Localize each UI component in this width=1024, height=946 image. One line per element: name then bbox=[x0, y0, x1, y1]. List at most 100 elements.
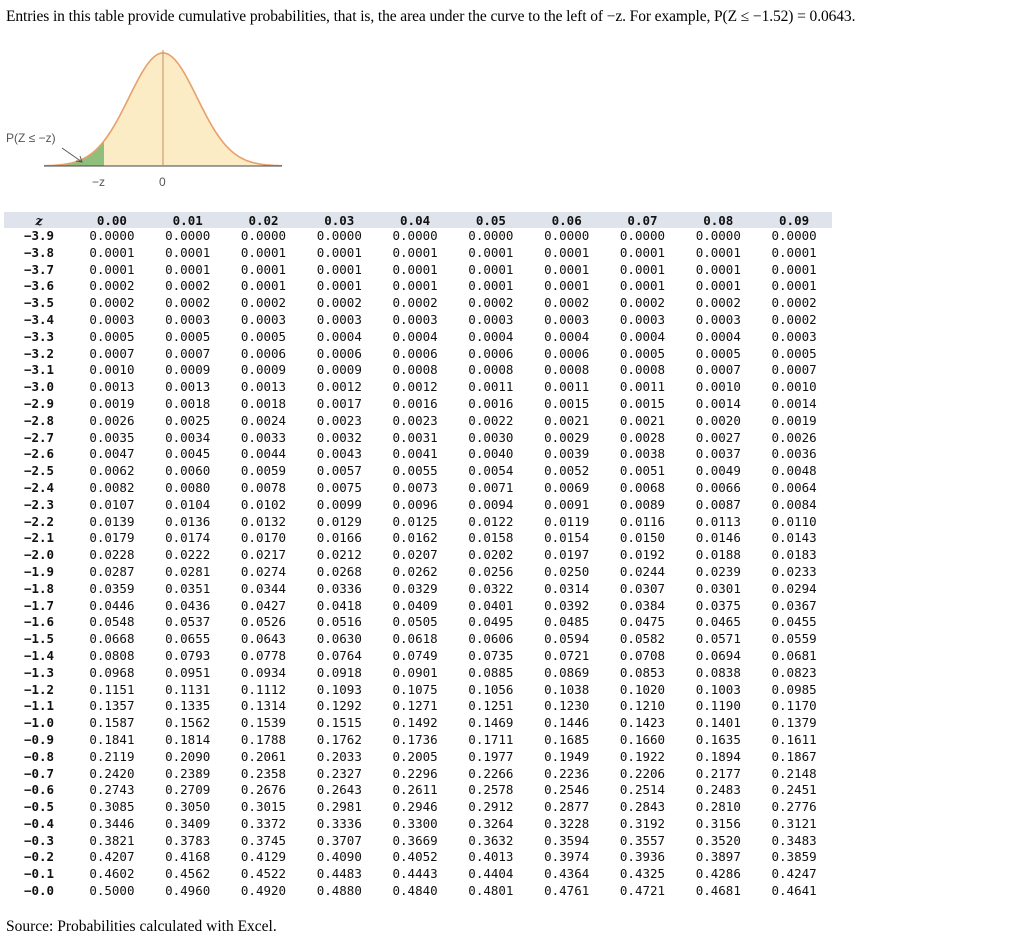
probability-cell: 0.0329 bbox=[392, 580, 438, 596]
probability-cell: 0.1587 bbox=[89, 715, 135, 731]
probability-cell: 0.0005 bbox=[240, 328, 287, 344]
probability-cell: 0.0150 bbox=[619, 530, 666, 546]
probability-cell: 0.0012 bbox=[316, 379, 362, 395]
probability-cell: 0.0014 bbox=[771, 395, 817, 411]
probability-cell: 0.0002 bbox=[89, 278, 135, 294]
table-row: −0.1 0.4602 0.4562 0.4522 0.4483 0.4443 0.4404… bbox=[4, 866, 832, 883]
probability-cell: 0.4364 bbox=[544, 866, 590, 882]
probability-cell: 0.3520 bbox=[695, 832, 741, 848]
table-row: −0.9 0.1841 0.1814 0.1788 0.1762 0.1736 0.1711… bbox=[4, 732, 832, 749]
probability-cell: 0.0078 bbox=[240, 479, 287, 495]
probability-cell: 0.0170 bbox=[240, 530, 287, 546]
probability-cell: 0.0008 bbox=[392, 362, 438, 378]
probability-cell: 0.0475 bbox=[619, 614, 666, 630]
probability-cell: 0.0073 bbox=[392, 479, 438, 495]
probability-cell: 0.3015 bbox=[240, 799, 287, 815]
probability-cell: 0.3745 bbox=[240, 832, 287, 848]
probability-cell: 0.3974 bbox=[544, 849, 590, 865]
probability-cell: 0.3050 bbox=[165, 799, 211, 815]
probability-cell: 0.0025 bbox=[165, 412, 211, 428]
probability-cell: 0.1841 bbox=[89, 731, 135, 747]
z-value-cell: −3.8 bbox=[23, 244, 55, 260]
probability-cell: 0.0015 bbox=[619, 395, 666, 411]
probability-cell: 0.0359 bbox=[89, 580, 135, 596]
probability-cell: 0.2358 bbox=[240, 765, 287, 781]
z-value-cell: −3.7 bbox=[23, 261, 55, 277]
probability-cell: 0.0003 bbox=[544, 311, 590, 327]
probability-cell: 0.1788 bbox=[240, 731, 287, 747]
probability-cell: 0.1314 bbox=[240, 698, 287, 714]
probability-cell: 0.0119 bbox=[544, 513, 590, 529]
z-value-cell: −3.4 bbox=[23, 311, 55, 327]
probability-cell: 0.0002 bbox=[89, 295, 135, 311]
z-value-cell: −0.3 bbox=[23, 832, 55, 848]
probability-cell: 0.0139 bbox=[89, 513, 135, 529]
probability-cell: 0.0001 bbox=[771, 244, 817, 260]
probability-cell: 0.0582 bbox=[619, 631, 666, 647]
z-value-cell: −2.9 bbox=[23, 395, 55, 411]
probability-cell: 0.3557 bbox=[619, 832, 666, 848]
probability-cell: 0.0004 bbox=[316, 328, 362, 344]
probability-cell: 0.0008 bbox=[619, 362, 666, 378]
table-row: −2.2 0.0139 0.0136 0.0132 0.0129 0.0125 0.0122… bbox=[4, 514, 832, 531]
probability-cell: 0.2266 bbox=[468, 765, 514, 781]
probability-cell: 0.0001 bbox=[468, 261, 514, 277]
table-row: −0.4 0.3446 0.3409 0.3372 0.3336 0.3300 0.3264… bbox=[4, 816, 832, 833]
probability-cell: 0.3707 bbox=[316, 832, 362, 848]
probability-cell: 0.0001 bbox=[619, 261, 666, 277]
probability-cell: 0.0202 bbox=[468, 547, 514, 563]
table-row: −1.7 0.0446 0.0436 0.0427 0.0418 0.0409 0.0401… bbox=[4, 598, 832, 615]
probability-cell: 0.0006 bbox=[544, 345, 590, 361]
probability-cell: 0.0027 bbox=[695, 429, 741, 445]
probability-cell: 0.0869 bbox=[544, 664, 590, 680]
probability-cell: 0.0764 bbox=[316, 647, 362, 663]
probability-cell: 0.0016 bbox=[468, 395, 514, 411]
probability-cell: 0.0793 bbox=[165, 647, 211, 663]
probability-cell: 0.4641 bbox=[771, 883, 817, 899]
probability-cell: 0.0143 bbox=[771, 530, 817, 546]
probability-cell: 0.4801 bbox=[468, 883, 514, 899]
probability-cell: 0.0000 bbox=[695, 228, 741, 243]
table-row: −3.7 0.0001 0.0001 0.0001 0.0001 0.0001 0.0001… bbox=[4, 262, 832, 279]
probability-cell: 0.0000 bbox=[771, 228, 817, 243]
probability-cell: 0.0028 bbox=[619, 429, 666, 445]
probability-cell: 0.1611 bbox=[771, 731, 817, 747]
probability-cell: 0.0465 bbox=[695, 614, 741, 630]
probability-cell: 0.0655 bbox=[165, 631, 211, 647]
probability-cell: 0.0017 bbox=[316, 395, 362, 411]
probability-cell: 0.1038 bbox=[544, 681, 590, 697]
probability-cell: 0.0037 bbox=[695, 446, 741, 462]
probability-cell: 0.0010 bbox=[695, 379, 741, 395]
probability-cell: 0.0129 bbox=[316, 513, 362, 529]
probability-cell: 0.2119 bbox=[89, 748, 135, 764]
probability-cell: 0.0901 bbox=[392, 664, 438, 680]
probability-cell: 0.0281 bbox=[165, 563, 211, 579]
probability-cell: 0.0322 bbox=[468, 580, 514, 596]
probability-cell: 0.0250 bbox=[544, 563, 590, 579]
probability-cell: 0.1867 bbox=[771, 748, 817, 764]
probability-cell: 0.0051 bbox=[619, 463, 666, 479]
probability-cell: 0.1401 bbox=[695, 715, 741, 731]
probability-cell: 0.0808 bbox=[89, 647, 135, 663]
probability-cell: 0.1020 bbox=[619, 681, 666, 697]
probability-cell: 0.0197 bbox=[544, 547, 590, 563]
probability-cell: 0.0107 bbox=[89, 496, 135, 512]
probability-cell: 0.1210 bbox=[619, 698, 666, 714]
probability-cell: 0.1170 bbox=[771, 698, 817, 714]
probability-cell: 0.0207 bbox=[392, 547, 438, 563]
table-row: −0.3 0.3821 0.3783 0.3745 0.3707 0.3669 0.3632… bbox=[4, 833, 832, 850]
probability-cell: 0.0002 bbox=[316, 295, 362, 311]
probability-cell: 0.0384 bbox=[619, 597, 666, 613]
probability-cell: 0.2061 bbox=[240, 748, 287, 764]
probability-cell: 0.0045 bbox=[165, 446, 211, 462]
probability-cell: 0.2389 bbox=[165, 765, 211, 781]
probability-cell: 0.0618 bbox=[392, 631, 438, 647]
probability-cell: 0.0000 bbox=[544, 228, 590, 243]
probability-cell: 0.0244 bbox=[619, 563, 666, 579]
probability-cell: 0.3936 bbox=[619, 849, 666, 865]
probability-cell: 0.0043 bbox=[316, 446, 362, 462]
column-header: 0.08 bbox=[680, 212, 757, 228]
probability-cell: 0.4681 bbox=[695, 883, 741, 899]
probability-cell: 0.0968 bbox=[89, 664, 135, 680]
probability-cell: 0.0040 bbox=[468, 446, 514, 462]
